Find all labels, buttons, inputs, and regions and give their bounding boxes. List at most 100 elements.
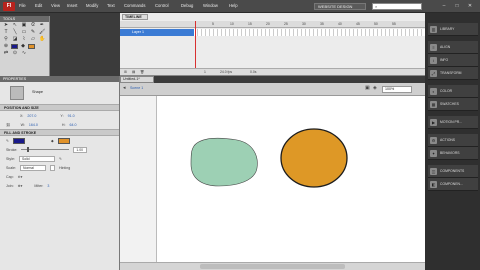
menu-debug[interactable]: Debug <box>181 3 193 8</box>
menu-modify[interactable]: Modify <box>86 3 98 8</box>
scene-breadcrumb[interactable]: Scene 1 <box>130 86 143 90</box>
dock-library[interactable]: ▥ LIBRARY <box>428 23 478 36</box>
dock-align[interactable]: ≡ ALIGN <box>428 41 478 54</box>
cap-select-icon[interactable]: ⊖▾ <box>18 175 23 179</box>
menu-insert[interactable]: Insert <box>67 3 77 8</box>
swatches-icon: ▦ <box>430 100 437 108</box>
zoom-tool-icon[interactable]: ⊕ <box>3 44 9 49</box>
align-icon: ≡ <box>430 43 437 51</box>
w-label: W: <box>20 122 25 127</box>
h-value[interactable]: 64.0 <box>69 123 76 127</box>
component-inspector-icon: ◧ <box>430 180 437 188</box>
tick-50: 50 <box>374 22 378 26</box>
stage[interactable] <box>156 96 425 262</box>
behaviors-icon: ✦ <box>430 149 437 157</box>
layer-frames[interactable] <box>194 29 425 36</box>
dock-transform-label: TRANSFORM <box>440 71 462 75</box>
text-tool-icon[interactable]: T <box>3 30 9 35</box>
swap-colors-icon[interactable]: ⇄ <box>3 51 9 56</box>
join-select-icon[interactable]: ⊕▾ <box>18 184 23 188</box>
document-tab[interactable]: Untitled-1* <box>120 76 154 83</box>
fill-bucket-icon: ◆ <box>21 43 25 49</box>
stroke-color-chip[interactable] <box>13 137 26 144</box>
menu-edit[interactable]: Edit <box>35 3 42 8</box>
layer-name[interactable]: Layer 1 <box>120 29 194 36</box>
eraser-icon[interactable]: ▱ <box>30 37 36 42</box>
h-label: H: <box>61 122 66 127</box>
selection-tool-icon[interactable]: ➤ <box>3 23 9 28</box>
orange-oval-shape[interactable] <box>280 128 348 188</box>
fill-color-chip[interactable] <box>57 137 70 144</box>
smooth-icon[interactable]: ∿ <box>21 51 27 56</box>
dock-info[interactable]: i INFO <box>428 54 478 67</box>
green-blob-shape[interactable] <box>190 137 258 187</box>
bone-tool-icon[interactable]: ⚲ <box>3 37 9 42</box>
timeline-tab[interactable]: TIMELINE <box>122 14 148 20</box>
horizontal-scrollbar[interactable] <box>120 262 425 270</box>
scrollbar-thumb[interactable] <box>200 264 345 269</box>
edit-scene-icon[interactable]: ▣ <box>365 85 370 91</box>
fill-stroke-header[interactable]: FILL AND STROKE <box>0 129 119 136</box>
hinting-checkbox[interactable] <box>50 164 55 171</box>
dock-components[interactable]: ◫ COMPONENTS <box>428 165 478 178</box>
lasso-icon[interactable]: ᘓ <box>30 23 36 28</box>
dock-swatches[interactable]: ▦ SWATCHES <box>428 98 478 111</box>
dock-behaviors[interactable]: ✦ BEHAVIORS <box>428 147 478 160</box>
dock-motion-presets[interactable]: ▶ MOTION PR... <box>428 116 478 129</box>
snap-icon[interactable]: ⊙ <box>12 51 18 56</box>
scale-label: Scale: <box>6 165 16 170</box>
y-value[interactable]: 91.0 <box>68 114 75 118</box>
scale-select[interactable]: Normal <box>20 164 46 171</box>
eyedropper-icon[interactable]: ⌇ <box>21 37 27 42</box>
pencil-icon[interactable]: ✎ <box>30 30 36 35</box>
stroke-color-swatch[interactable] <box>11 44 18 49</box>
cap-label: Cap: <box>6 174 14 179</box>
lock-ratio-icon[interactable]: ⛓ <box>6 123 11 127</box>
maximize-button[interactable]: □ <box>453 3 461 10</box>
subselection-tool-icon[interactable]: ↖ <box>12 23 18 28</box>
menu-text[interactable]: Text <box>107 3 115 8</box>
dock-actions[interactable]: ⚙ ACTIONS <box>428 134 478 147</box>
free-transform-icon[interactable]: ▣ <box>21 23 27 28</box>
miter-value[interactable]: 3 <box>47 184 49 188</box>
edit-style-icon[interactable]: ✎ <box>59 157 62 161</box>
line-tool-icon[interactable]: ╲ <box>12 30 18 35</box>
new-folder-icon[interactable]: ▤ <box>132 70 135 74</box>
info-icon: i <box>430 56 437 64</box>
menu-file[interactable]: File <box>19 3 26 8</box>
new-layer-icon[interactable]: ⊞ <box>124 70 127 74</box>
tick-25: 25 <box>284 22 288 26</box>
menu-control[interactable]: Control <box>155 3 169 8</box>
dock-component-inspector[interactable]: ◧ COMPONEN... <box>428 178 478 191</box>
menu-view[interactable]: View <box>51 3 60 8</box>
back-arrow-icon[interactable]: ◂ <box>123 85 126 91</box>
w-value[interactable]: 164.0 <box>29 123 38 127</box>
edit-symbol-icon[interactable]: ◈ <box>373 85 377 91</box>
x-value[interactable]: 207.0 <box>27 114 36 118</box>
stroke-slider-thumb[interactable] <box>27 147 30 152</box>
workspace-switcher[interactable]: WEBSITE DESIGN <box>314 3 366 10</box>
stroke-value[interactable]: 1.00 <box>73 146 88 153</box>
pen-icon[interactable]: ✒ <box>39 23 45 28</box>
x-label: X: <box>20 113 24 118</box>
dock-color[interactable]: ◐ COLOR <box>428 85 478 98</box>
hand-icon[interactable]: ✋ <box>39 37 45 42</box>
rectangle-tool-icon[interactable]: ▭ <box>21 30 27 35</box>
fill-color-swatch[interactable] <box>28 44 35 49</box>
zoom-select[interactable]: 100% <box>382 86 412 93</box>
menu-help[interactable]: Help <box>229 3 238 8</box>
position-size-header[interactable]: POSITION AND SIZE <box>0 104 119 111</box>
style-select[interactable]: Solid <box>19 155 55 162</box>
minimize-button[interactable]: – <box>440 3 448 10</box>
stroke-slider[interactable] <box>21 147 70 152</box>
search-input[interactable]: ⌕ <box>372 3 422 10</box>
menu-window[interactable]: Window <box>203 3 218 8</box>
close-button[interactable]: ✕ <box>466 3 474 10</box>
timeline-ruler[interactable]: 5 10 15 20 25 30 35 40 45 50 55 <box>120 21 425 28</box>
dock-transform[interactable]: ⤢ TRANSFORM <box>428 67 478 80</box>
paint-bucket-icon[interactable]: ◪ <box>12 37 18 42</box>
playhead[interactable] <box>195 21 196 70</box>
brush-icon[interactable]: 🖌 <box>39 30 45 35</box>
menu-commands[interactable]: Commands <box>124 3 145 8</box>
delete-layer-icon[interactable]: 🗑 <box>140 70 144 74</box>
